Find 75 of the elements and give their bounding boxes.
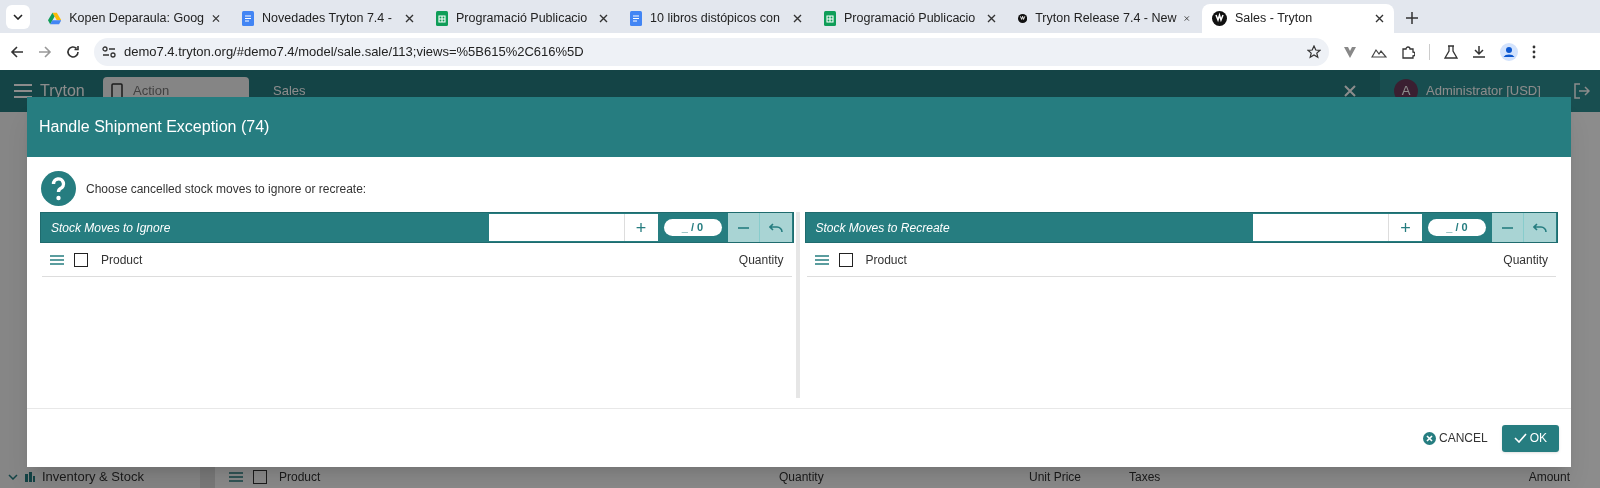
- browser-tab[interactable]: 10 libros distópicos con: [620, 4, 812, 33]
- column-header[interactable]: Product: [279, 468, 779, 486]
- download-icon[interactable]: [1472, 44, 1486, 59]
- user-name[interactable]: Administrator [USD]: [1426, 81, 1566, 101]
- checkbox[interactable]: [253, 470, 267, 484]
- record-counter: _ / 0: [663, 219, 722, 236]
- close-icon[interactable]: [599, 14, 608, 23]
- remove-button[interactable]: [727, 213, 760, 242]
- checkbox[interactable]: [74, 252, 88, 267]
- flask-icon[interactable]: [1444, 44, 1458, 59]
- column-header[interactable]: Amount: [1528, 468, 1570, 486]
- browser-tab[interactable]: Kopen Deparaula: Goog: [38, 4, 230, 33]
- add-button[interactable]: +: [623, 214, 658, 241]
- site-settings-icon[interactable]: [102, 45, 116, 58]
- chevron-down-icon: [13, 14, 23, 20]
- document-icon: [111, 83, 123, 99]
- search-field[interactable]: [1253, 214, 1388, 241]
- document-icon: [630, 11, 642, 26]
- column-header[interactable]: Taxes: [1129, 468, 1529, 486]
- back-arrow-icon[interactable]: [10, 44, 24, 59]
- chevron-down-icon: [8, 474, 18, 480]
- address-bar[interactable]: demo7.4.tryton.org/#demo7.4/model/sale.sale/113;views=%5B615%2C616%5D: [94, 37, 1329, 66]
- browser-tab[interactable]: Tryton Release 7.4 - New: [1008, 4, 1200, 33]
- column-header[interactable]: Unit Price: [1029, 468, 1129, 486]
- browser-tab[interactable]: Programació Publicacio: [426, 4, 618, 33]
- close-icon[interactable]: [405, 14, 414, 23]
- close-circle-icon: [1422, 431, 1436, 445]
- tab-title[interactable]: Sales: [273, 81, 1344, 101]
- forward-arrow-icon[interactable]: [38, 44, 52, 59]
- reload-icon[interactable]: [66, 44, 80, 59]
- dialog-title: Handle Shipment Exception (74): [39, 117, 270, 137]
- spreadsheet-icon: [824, 11, 836, 26]
- undo-icon: [768, 222, 783, 233]
- panel-title: Stock Moves to Recreate: [815, 219, 951, 237]
- puzzle-icon[interactable]: [1401, 44, 1415, 59]
- dialog-message: Choose cancelled stock moves to ignore or recreate:: [86, 180, 367, 198]
- column-header[interactable]: Quantity: [779, 468, 1029, 486]
- checkbox[interactable]: [838, 252, 853, 267]
- extension-v-icon[interactable]: [1343, 44, 1357, 59]
- document-icon: [242, 11, 254, 26]
- app-menu[interactable]: Tryton: [0, 79, 95, 103]
- close-icon[interactable]: [793, 14, 802, 23]
- close-icon[interactable]: [1375, 14, 1384, 23]
- undo-icon: [1533, 222, 1547, 233]
- close-icon[interactable]: [987, 14, 996, 23]
- column-header[interactable]: Quantity: [1503, 250, 1548, 269]
- minus-icon: [737, 226, 749, 229]
- spreadsheet-icon: [436, 11, 448, 26]
- column-header[interactable]: Product: [101, 250, 739, 269]
- new-tab-icon[interactable]: [1406, 12, 1418, 24]
- star-icon[interactable]: [1307, 44, 1321, 59]
- triangle-logo-icon: [48, 12, 62, 25]
- ok-button[interactable]: OK: [1501, 424, 1559, 452]
- minus-icon: [1502, 226, 1513, 229]
- browser-tab[interactable]: Programació Publicacio: [814, 4, 1006, 33]
- sidebar-item[interactable]: Inventory & Stock: [8, 466, 200, 488]
- check-icon: [1513, 433, 1527, 443]
- hamburger-icon: [14, 84, 32, 98]
- close-icon[interactable]: [212, 14, 220, 23]
- search-field[interactable]: [488, 214, 624, 241]
- url-text: demo7.4.tryton.org/#demo7.4/model/sale.sale/113;views=%5B615%2C616%5D: [124, 42, 585, 61]
- profile-icon[interactable]: [1500, 42, 1518, 61]
- logout-icon[interactable]: [1574, 83, 1590, 99]
- question-icon: [41, 171, 76, 206]
- add-button[interactable]: +: [1388, 214, 1422, 241]
- chart-icon: [24, 471, 36, 483]
- column-header[interactable]: Product: [865, 250, 1504, 269]
- cancel-button[interactable]: CANCEL: [1422, 424, 1488, 452]
- record-counter: _ / 0: [1428, 219, 1486, 236]
- tab-search-button[interactable]: [6, 5, 30, 29]
- column-header[interactable]: Quantity: [738, 250, 784, 269]
- menu-icon[interactable]: [1532, 44, 1536, 59]
- browser-tab[interactable]: Sales - Tryton: [1202, 4, 1394, 33]
- panel-title: Stock Moves to Ignore: [51, 219, 172, 237]
- browser-tab[interactable]: Novedades Tryton 7.4 -: [232, 4, 424, 33]
